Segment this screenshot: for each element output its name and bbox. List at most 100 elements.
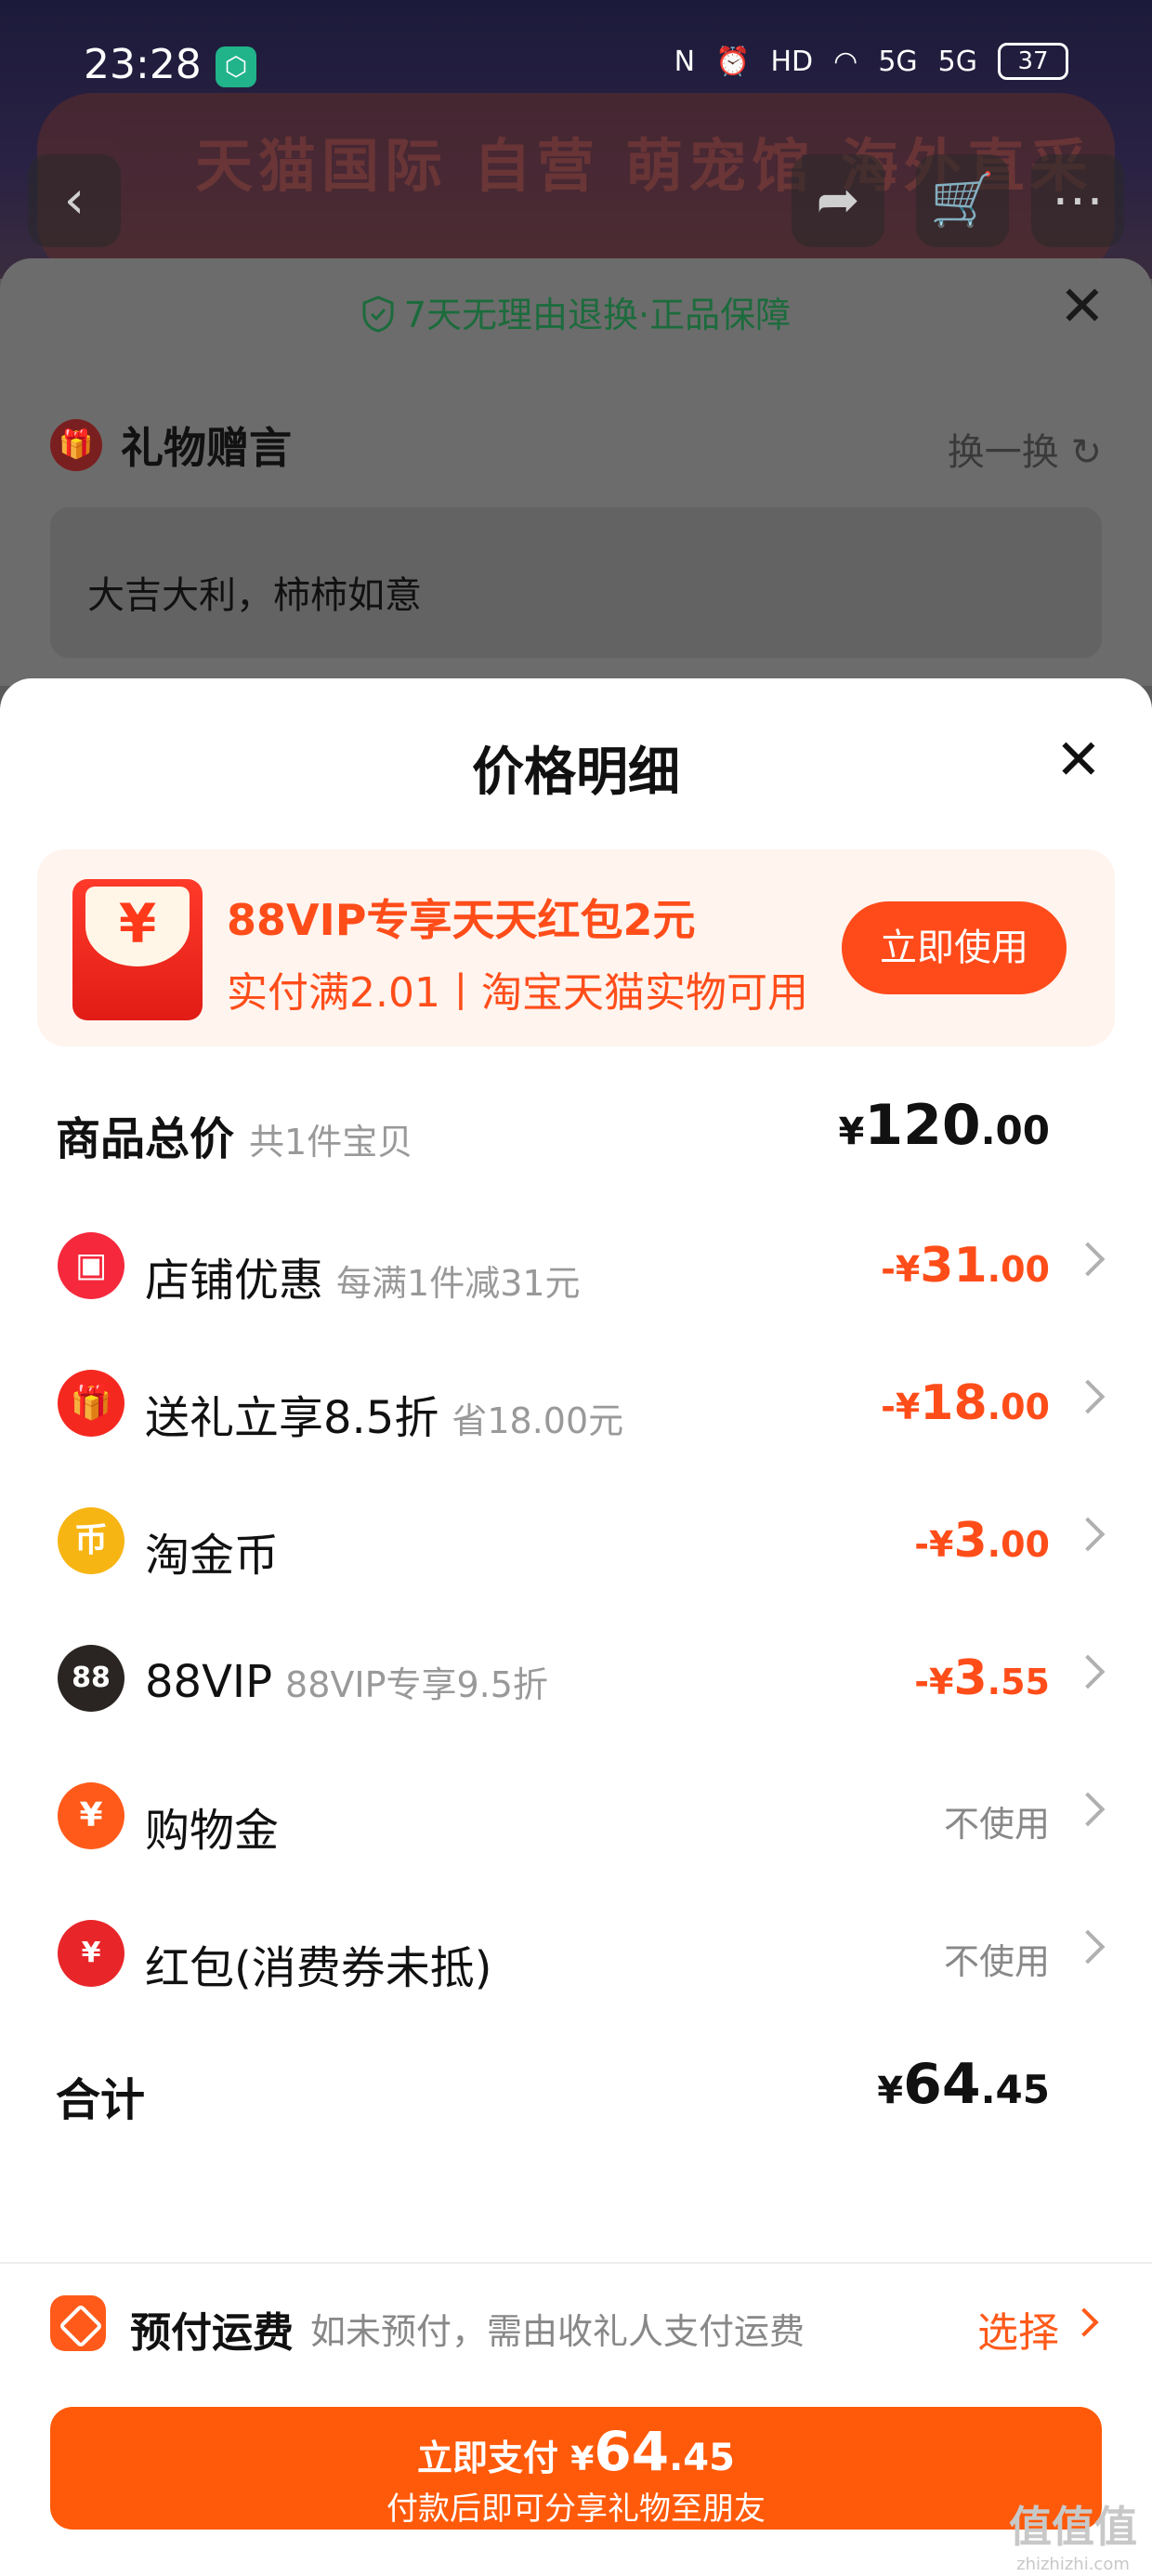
- red-envelope-icon: ¥: [72, 879, 203, 1020]
- subtotal-dec: .00: [980, 1108, 1050, 1153]
- discount-row-coin[interactable]: 币 淘金币 -¥3.00: [0, 1485, 1152, 1597]
- pay-now-text: 立即支付: [417, 2438, 559, 2478]
- amount-dec: .00: [987, 1387, 1050, 1427]
- total-value: ¥64.45: [877, 2052, 1050, 2117]
- row-amount: -¥3.00: [914, 1513, 1050, 1569]
- row-status: 不使用: [943, 1941, 1050, 1982]
- nfc-icon: Ν: [674, 45, 696, 78]
- row-label: 红包(消费券未抵): [145, 1931, 491, 1996]
- gift-sheet-close-icon[interactable]: ✕: [1059, 279, 1106, 335]
- subtotal-count: 共1件宝贝: [249, 1122, 413, 1163]
- row-hint: 每满1件减31元: [336, 1263, 581, 1304]
- row-label-text: 送礼立享8.5折: [145, 1392, 439, 1444]
- gift-message-field[interactable]: 大吉大利，柿柿如意: [50, 507, 1102, 658]
- refresh-icon: ↻: [1070, 431, 1102, 474]
- chevron-right-icon: [1070, 1792, 1106, 1827]
- swap-message-label: 换一换: [947, 431, 1059, 474]
- chevron-right-icon: [1069, 2307, 1099, 2337]
- subtotal-value: ¥120.00: [839, 1093, 1051, 1158]
- app-notification-icon: ⬡: [216, 46, 256, 87]
- gift-icon: 🎁: [50, 419, 102, 471]
- chevron-right-icon: [1070, 1929, 1106, 1965]
- row-amount: -¥31.00: [881, 1238, 1050, 1294]
- discount-row-red-packet[interactable]: ¥ 红包(消费券未抵) 不使用: [0, 1898, 1152, 2009]
- pay-now-button[interactable]: 立即支付 ¥64.45 付款后即可分享礼物至朋友: [50, 2407, 1102, 2530]
- promo-title: 88VIP专享天天红包2元: [227, 895, 696, 945]
- discount-row-shop[interactable]: ▣ 店铺优惠 每满1件减31元 -¥31.00: [0, 1210, 1152, 1321]
- row-hint: 省18.00元: [452, 1400, 624, 1441]
- row-label: 淘金币: [145, 1518, 279, 1584]
- row-hint: 88VIP专享9.5折: [285, 1664, 548, 1705]
- amount-int: 3: [953, 1650, 988, 1706]
- amount-prefix: -¥: [914, 1524, 954, 1565]
- watermark-main: 值值值: [1009, 2502, 1137, 2552]
- watermark: 值值值 zhizhizhi.com: [1009, 2493, 1137, 2574]
- more-button[interactable]: ⋯: [1031, 154, 1124, 247]
- amount-prefix: -¥: [881, 1387, 921, 1427]
- status-icons: Ν ⏰ HD ◠ 5G 5G 37: [674, 43, 1068, 80]
- alarm-icon: ⏰: [715, 45, 751, 78]
- subtotal-int: 120: [864, 1093, 981, 1158]
- price-detail-title: 价格明细: [472, 743, 680, 803]
- price-detail-sheet: 价格明细 ✕ ¥ 88VIP专享天天红包2元 实付满2.01丨淘宝天猫实物可用 …: [0, 678, 1152, 2576]
- amount-prefix: -¥: [881, 1249, 921, 1290]
- subtotal-label: 商品总价 共1件宝贝: [56, 1102, 412, 1167]
- total-label: 合计: [56, 2074, 146, 2126]
- envelope-yen-symbol: ¥: [85, 887, 190, 966]
- row-label-text: 淘金币: [145, 1530, 280, 1582]
- prepaid-shipping-desc: 如未预付，需由收礼人支付运费: [310, 2311, 805, 2352]
- divider: [0, 2262, 1152, 2264]
- back-button[interactable]: ‹: [28, 154, 121, 247]
- swap-message-button[interactable]: 换一换 ↻: [948, 422, 1102, 476]
- discount-row-gift[interactable]: 🎁 送礼立享8.5折 省18.00元 -¥18.00: [0, 1347, 1152, 1459]
- row-label-text: 88VIP: [145, 1656, 273, 1708]
- row-amount: -¥18.00: [881, 1375, 1050, 1431]
- amount-prefix: -¥: [914, 1662, 954, 1702]
- prepaid-shipping-row[interactable]: 预付运费 如未预付，需由收礼人支付运费 选择: [0, 2286, 1152, 2379]
- amount-int: 31: [920, 1238, 988, 1294]
- row-label: 店铺优惠 每满1件减31元: [145, 1243, 581, 1308]
- discount-row-vip[interactable]: 88 88VIP 88VIP专享9.5折 -¥3.55: [0, 1623, 1152, 1734]
- vip-red-packet-promo: ¥ 88VIP专享天天红包2元 实付满2.01丨淘宝天猫实物可用 立即使用: [37, 849, 1115, 1046]
- row-label: 送礼立享8.5折 省18.00元: [145, 1381, 623, 1446]
- watermark-sub: zhizhizhi.com: [1016, 2555, 1130, 2574]
- chevron-right-icon: [1070, 1517, 1106, 1552]
- subtotal-currency: ¥: [838, 1111, 865, 1153]
- money-bag-icon: ¥: [58, 1782, 124, 1849]
- gift-message-title: 礼物赠言: [121, 423, 292, 473]
- total-currency: ¥: [877, 2070, 904, 2112]
- chevron-right-icon: [1070, 1379, 1106, 1414]
- row-label-text: 店铺优惠: [145, 1255, 324, 1307]
- gift-message-sheet: 7天无理由退换·正品保障 ✕ 🎁 礼物赠言 换一换 ↻ 大吉大利，柿柿如意: [0, 258, 1152, 686]
- pay-dec: .45: [669, 2437, 735, 2479]
- guarantee-text: 7天无理由退换·正品保障: [403, 295, 792, 335]
- price-detail-close-icon[interactable]: ✕: [1055, 732, 1102, 788]
- gift-icon: 🎁: [58, 1370, 124, 1437]
- hd-icon: HD: [770, 45, 814, 78]
- total-dec: .45: [980, 2067, 1050, 2112]
- chevron-right-icon: [1070, 1242, 1106, 1277]
- share-button[interactable]: ➦: [792, 154, 884, 247]
- pay-now-subtext: 付款后即可分享礼物至朋友: [386, 2491, 766, 2528]
- amount-dec: .55: [987, 1662, 1050, 1702]
- select-shipping-button[interactable]: 选择: [977, 2299, 1059, 2359]
- prepaid-shipping-title: 预付运费: [130, 2309, 294, 2357]
- subtotal-label-text: 商品总价: [56, 1113, 235, 1165]
- row-label: 购物金: [145, 1794, 279, 1859]
- red-packet-icon: ¥: [58, 1920, 124, 1987]
- pay-now-label: 立即支付 ¥64.45: [50, 2420, 1102, 2483]
- shop-icon: ▣: [58, 1232, 124, 1299]
- discount-row-shopping-credit[interactable]: ¥ 购物金 不使用: [0, 1760, 1152, 1872]
- use-now-button[interactable]: 立即使用: [842, 901, 1067, 994]
- status-bar: 23:28 ⬡ Ν ⏰ HD ◠ 5G 5G 37: [0, 0, 1152, 139]
- status-time: 23:28: [84, 41, 202, 88]
- pay-int: 64: [594, 2420, 670, 2483]
- signal-icon-2: 5G: [937, 45, 977, 78]
- amount-dec: .00: [987, 1524, 1050, 1565]
- row-label-text: 购物金: [145, 1805, 280, 1857]
- guarantee-banner: 7天无理由退换·正品保障: [0, 286, 1152, 337]
- pay-currency: ¥: [570, 2440, 595, 2478]
- amount-int: 18: [920, 1375, 988, 1431]
- total-int: 64: [903, 2052, 981, 2117]
- cart-button[interactable]: 🛒: [916, 154, 1009, 247]
